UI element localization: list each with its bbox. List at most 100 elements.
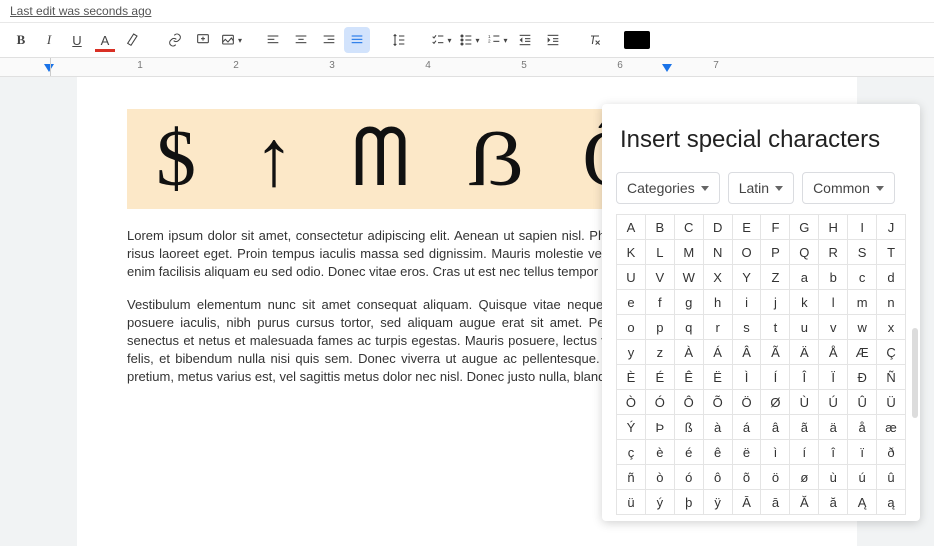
character-cell[interactable]: ø <box>790 465 819 490</box>
character-cell[interactable]: v <box>819 315 848 340</box>
character-cell[interactable]: Ö <box>733 390 762 415</box>
character-cell[interactable]: D <box>704 215 733 240</box>
character-cell[interactable]: g <box>675 290 704 315</box>
character-cell[interactable]: Ā <box>733 490 762 515</box>
right-indent-marker[interactable] <box>662 64 672 72</box>
character-cell[interactable]: e <box>617 290 646 315</box>
character-cell[interactable]: Ă <box>790 490 819 515</box>
character-cell[interactable]: Á <box>704 340 733 365</box>
character-cell[interactable]: H <box>819 215 848 240</box>
character-cell[interactable]: S <box>848 240 877 265</box>
character-cell[interactable]: è <box>646 440 675 465</box>
character-cell[interactable]: ð <box>877 440 906 465</box>
character-cell[interactable]: Ï <box>819 365 848 390</box>
italic-button[interactable]: I <box>36 27 62 53</box>
character-cell[interactable]: Ù <box>790 390 819 415</box>
character-cell[interactable]: o <box>617 315 646 340</box>
character-cell[interactable]: ä <box>819 415 848 440</box>
character-cell[interactable]: t <box>761 315 790 340</box>
line-spacing-button[interactable] <box>386 27 412 53</box>
character-cell[interactable]: M <box>675 240 704 265</box>
character-cell[interactable]: Ë <box>704 365 733 390</box>
character-cell[interactable]: O <box>733 240 762 265</box>
bold-button[interactable]: B <box>8 27 34 53</box>
character-cell[interactable]: Ý <box>617 415 646 440</box>
character-cell[interactable]: L <box>646 240 675 265</box>
character-cell[interactable]: Y <box>733 265 762 290</box>
character-cell[interactable]: ñ <box>617 465 646 490</box>
character-cell[interactable]: ú <box>848 465 877 490</box>
character-cell[interactable]: é <box>675 440 704 465</box>
character-cell[interactable]: È <box>617 365 646 390</box>
character-cell[interactable]: ù <box>819 465 848 490</box>
align-justify-button[interactable] <box>344 27 370 53</box>
character-cell[interactable]: Å <box>819 340 848 365</box>
character-cell[interactable]: Û <box>848 390 877 415</box>
character-cell[interactable]: r <box>704 315 733 340</box>
character-cell[interactable]: Ó <box>646 390 675 415</box>
character-cell[interactable]: x <box>877 315 906 340</box>
align-left-button[interactable] <box>260 27 286 53</box>
character-cell[interactable]: N <box>704 240 733 265</box>
character-cell[interactable]: i <box>733 290 762 315</box>
character-cell[interactable]: É <box>646 365 675 390</box>
character-cell[interactable]: Þ <box>646 415 675 440</box>
character-cell[interactable]: m <box>848 290 877 315</box>
character-cell[interactable]: I <box>848 215 877 240</box>
character-cell[interactable]: Í <box>761 365 790 390</box>
character-cell[interactable]: Ò <box>617 390 646 415</box>
character-cell[interactable]: À <box>675 340 704 365</box>
character-cell[interactable]: ê <box>704 440 733 465</box>
align-center-button[interactable] <box>288 27 314 53</box>
numbered-list-button[interactable]: 12▾ <box>484 27 510 53</box>
last-edit-status[interactable]: Last edit was seconds ago <box>0 0 934 23</box>
character-cell[interactable]: z <box>646 340 675 365</box>
character-cell[interactable]: l <box>819 290 848 315</box>
clear-formatting-button[interactable] <box>582 27 608 53</box>
character-cell[interactable]: ý <box>646 490 675 515</box>
block-dropdown[interactable]: Common <box>802 172 895 204</box>
character-cell[interactable]: Ì <box>733 365 762 390</box>
character-cell[interactable]: í <box>790 440 819 465</box>
character-cell[interactable]: y <box>617 340 646 365</box>
decrease-indent-button[interactable] <box>512 27 538 53</box>
character-cell[interactable]: G <box>790 215 819 240</box>
character-cell[interactable]: Õ <box>704 390 733 415</box>
scrollbar-thumb[interactable] <box>912 328 918 418</box>
character-cell[interactable]: ÿ <box>704 490 733 515</box>
character-cell[interactable]: Â <box>733 340 762 365</box>
character-cell[interactable]: q <box>675 315 704 340</box>
character-cell[interactable]: J <box>877 215 906 240</box>
character-cell[interactable]: n <box>877 290 906 315</box>
character-cell[interactable]: R <box>819 240 848 265</box>
align-right-button[interactable] <box>316 27 342 53</box>
character-cell[interactable]: Æ <box>848 340 877 365</box>
character-cell[interactable]: V <box>646 265 675 290</box>
increase-indent-button[interactable] <box>540 27 566 53</box>
character-cell[interactable]: æ <box>877 415 906 440</box>
character-cell[interactable]: Ð <box>848 365 877 390</box>
character-cell[interactable]: î <box>819 440 848 465</box>
character-cell[interactable]: P <box>761 240 790 265</box>
character-cell[interactable]: Ç <box>877 340 906 365</box>
character-cell[interactable]: Ã <box>761 340 790 365</box>
character-cell[interactable]: ă <box>819 490 848 515</box>
character-cell[interactable]: ü <box>617 490 646 515</box>
character-cell[interactable]: à <box>704 415 733 440</box>
character-cell[interactable]: U <box>617 265 646 290</box>
character-cell[interactable]: Ú <box>819 390 848 415</box>
text-color-button[interactable]: A <box>92 27 118 53</box>
character-cell[interactable]: ą <box>877 490 906 515</box>
input-tools-button[interactable] <box>624 27 650 53</box>
character-cell[interactable]: ã <box>790 415 819 440</box>
character-cell[interactable]: û <box>877 465 906 490</box>
character-cell[interactable]: ß <box>675 415 704 440</box>
character-cell[interactable]: E <box>733 215 762 240</box>
character-cell[interactable]: a <box>790 265 819 290</box>
character-cell[interactable]: j <box>761 290 790 315</box>
highlight-color-button[interactable] <box>120 27 146 53</box>
character-cell[interactable]: F <box>761 215 790 240</box>
underline-button[interactable]: U <box>64 27 90 53</box>
insert-link-button[interactable] <box>162 27 188 53</box>
character-cell[interactable]: Z <box>761 265 790 290</box>
